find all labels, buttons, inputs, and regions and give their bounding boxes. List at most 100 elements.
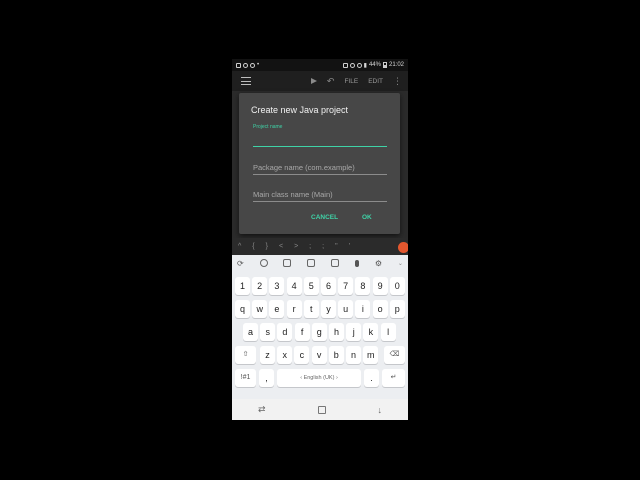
- key-9[interactable]: 9: [372, 277, 388, 295]
- cancel-button[interactable]: CANCEL: [311, 214, 338, 221]
- menu-icon[interactable]: [241, 77, 251, 85]
- key-w[interactable]: w: [252, 300, 268, 318]
- microphone-icon[interactable]: [355, 259, 359, 267]
- more-notifications-icon: •: [257, 62, 260, 68]
- symbol-key[interactable]: {: [252, 243, 254, 250]
- symbol-bar: ^ { } < > ; ; " ': [232, 238, 408, 255]
- clock: 21:02: [388, 62, 404, 68]
- key-p[interactable]: p: [389, 300, 405, 318]
- key-r[interactable]: r: [286, 300, 302, 318]
- ok-button[interactable]: OK: [362, 214, 372, 221]
- key-k[interactable]: k: [363, 323, 379, 341]
- key-u[interactable]: u: [338, 300, 354, 318]
- edit-menu-button[interactable]: EDIT: [368, 78, 383, 85]
- key-z[interactable]: z: [260, 346, 275, 364]
- keyboard-toolbar: ⟳ ⚙ ⌄: [232, 255, 408, 271]
- comma-key[interactable]: ,: [259, 369, 274, 387]
- symbol-key[interactable]: ;: [309, 243, 311, 250]
- battery-icon: [382, 62, 387, 68]
- key-7[interactable]: 7: [338, 277, 354, 295]
- symbol-key[interactable]: ;: [322, 243, 324, 250]
- key-5[interactable]: 5: [303, 277, 319, 295]
- home-icon[interactable]: [317, 405, 326, 414]
- notification-icon-3: [250, 62, 255, 68]
- undo-icon[interactable]: ↶: [327, 76, 335, 86]
- key-4[interactable]: 4: [286, 277, 302, 295]
- back-icon[interactable]: ↓: [378, 405, 383, 415]
- sticker-icon[interactable]: [283, 259, 292, 267]
- phone-screen: • ▮ 44% 21:02 ↶ FILE EDIT ⋮ Create new J…: [232, 59, 408, 420]
- key-d[interactable]: d: [277, 323, 293, 341]
- backspace-key[interactable]: ⌫: [384, 346, 405, 364]
- key-2[interactable]: 2: [252, 277, 268, 295]
- qwerty-row: qwertyuiop: [232, 300, 408, 320]
- wifi-icon: [356, 62, 362, 68]
- enter-key[interactable]: ↵: [382, 369, 405, 387]
- symbol-key[interactable]: }: [266, 243, 268, 250]
- key-a[interactable]: a: [243, 323, 258, 341]
- symbol-key[interactable]: ": [335, 243, 338, 250]
- create-project-dialog: Create new Java project Project name Pac…: [239, 93, 400, 234]
- key-q[interactable]: q: [235, 300, 250, 318]
- gif-icon[interactable]: [307, 259, 316, 267]
- symbol-key[interactable]: <: [279, 243, 283, 250]
- key-x[interactable]: x: [277, 346, 293, 364]
- nfc-icon: [342, 62, 348, 68]
- key-c[interactable]: c: [294, 346, 310, 364]
- floating-badge-icon[interactable]: [398, 242, 408, 253]
- key-6[interactable]: 6: [321, 277, 336, 295]
- project-name-input[interactable]: [253, 131, 387, 146]
- signal-icon: ▮: [363, 62, 367, 69]
- recent-apps-icon[interactable]: ⇄: [258, 404, 266, 415]
- file-menu-button[interactable]: FILE: [344, 78, 358, 85]
- zxcv-row: ⇧ ⌫ zxcvbnm: [232, 346, 408, 366]
- main-class-underline: [253, 201, 387, 202]
- shift-key[interactable]: ⇧: [235, 346, 256, 364]
- key-b[interactable]: b: [328, 346, 344, 364]
- key-0[interactable]: 0: [389, 277, 405, 295]
- key-3[interactable]: 3: [269, 277, 285, 295]
- space-bar[interactable]: ‹ English (UK) ›: [277, 369, 361, 387]
- key-f[interactable]: f: [294, 323, 310, 341]
- key-h[interactable]: h: [329, 323, 344, 341]
- status-bar: • ▮ 44% 21:02: [232, 59, 408, 71]
- system-nav-bar: ⇄ ↓: [232, 399, 408, 420]
- overflow-menu-icon[interactable]: ⋮: [393, 76, 402, 86]
- number-row: 1234567890: [232, 277, 408, 297]
- sync-icon[interactable]: ⟳: [237, 259, 244, 268]
- symbol-key[interactable]: >: [294, 243, 298, 250]
- key-e[interactable]: e: [269, 300, 285, 318]
- key-i[interactable]: i: [355, 300, 371, 318]
- run-icon[interactable]: [310, 78, 317, 84]
- notification-icon: [236, 62, 241, 68]
- soft-keyboard: ⟳ ⚙ ⌄ 1234567890 qwertyuiop asdfghjkl ⇧ …: [232, 255, 408, 399]
- key-s[interactable]: s: [260, 323, 276, 341]
- key-m[interactable]: m: [363, 346, 379, 364]
- key-j[interactable]: j: [346, 323, 362, 341]
- package-name-input[interactable]: Package name (com.example): [253, 163, 355, 172]
- image-icon[interactable]: [331, 259, 340, 267]
- notification-icon-2: [243, 62, 248, 68]
- key-n[interactable]: n: [346, 346, 361, 364]
- key-8[interactable]: 8: [355, 277, 371, 295]
- key-v[interactable]: v: [311, 346, 327, 364]
- key-y[interactable]: y: [321, 300, 336, 318]
- main-class-input[interactable]: Main class name (Main): [253, 190, 333, 199]
- key-l[interactable]: l: [380, 323, 396, 341]
- key-g[interactable]: g: [311, 323, 327, 341]
- settings-gear-icon[interactable]: ⚙: [375, 259, 382, 268]
- key-t[interactable]: t: [303, 300, 319, 318]
- chevron-down-icon[interactable]: ⌄: [398, 260, 403, 267]
- app-bar: ↶ FILE EDIT ⋮: [232, 71, 408, 91]
- bottom-row: !#1 , ‹ English (UK) › . ↵: [232, 369, 408, 389]
- bluetooth-icon: [349, 62, 355, 68]
- key-o[interactable]: o: [372, 300, 388, 318]
- emoji-icon[interactable]: [259, 259, 268, 267]
- project-name-underline: [253, 146, 387, 147]
- key-1[interactable]: 1: [235, 277, 250, 295]
- symbols-key[interactable]: !#1: [235, 369, 256, 387]
- symbol-key[interactable]: ': [349, 243, 350, 250]
- period-key[interactable]: .: [364, 369, 379, 387]
- project-name-label: Project name: [253, 124, 283, 130]
- symbol-key[interactable]: ^: [238, 243, 241, 250]
